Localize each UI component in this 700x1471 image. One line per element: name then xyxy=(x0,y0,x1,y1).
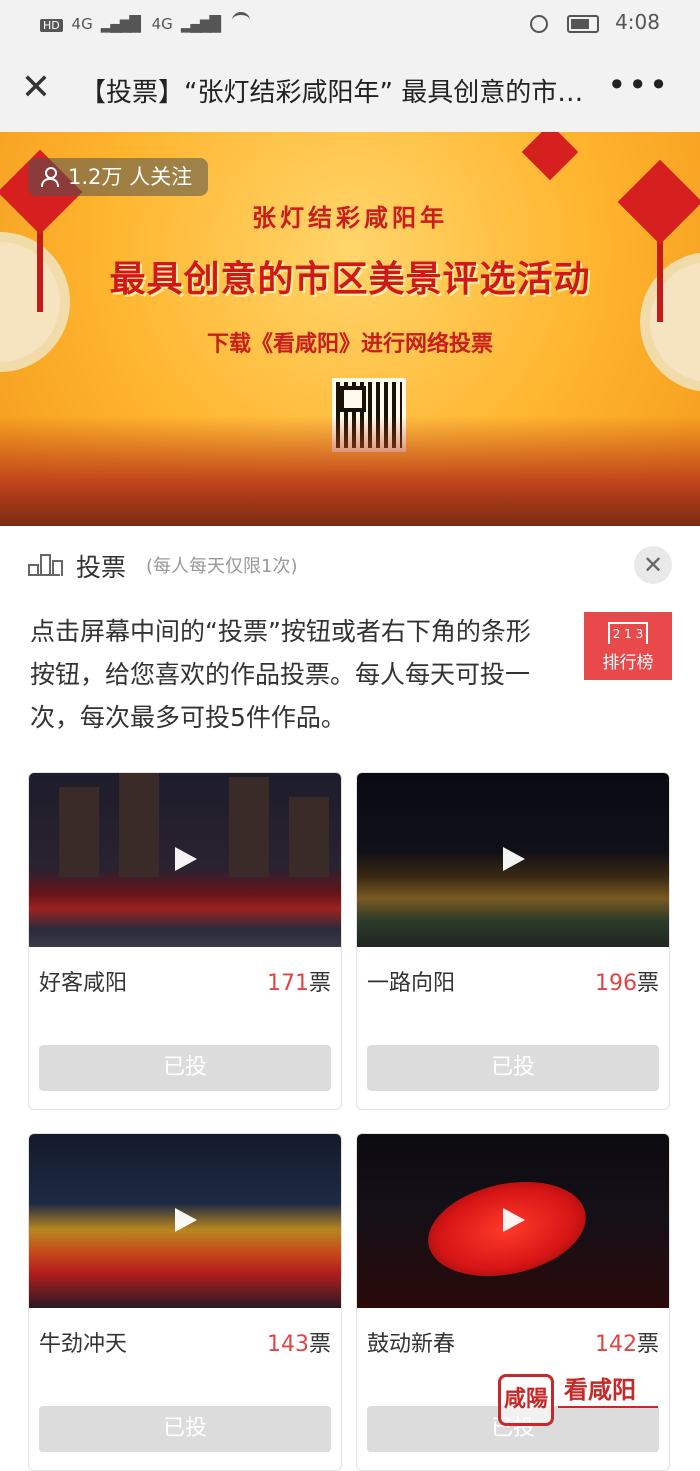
signal-icon: ▂▄▆█ xyxy=(100,15,141,33)
battery-icon xyxy=(566,14,599,33)
status-time: 4:08 xyxy=(615,10,660,34)
vote-unit: 票 xyxy=(636,971,659,996)
network-1: 4G xyxy=(71,15,93,33)
play-icon[interactable] xyxy=(175,1208,197,1232)
entry-video-thumbnail[interactable] xyxy=(357,1134,669,1308)
play-icon[interactable] xyxy=(503,847,525,871)
signal-icon-2: ▂▄▆█ xyxy=(180,15,221,33)
entry-name: 好客咸阳 xyxy=(39,971,128,996)
vote-unit: 票 xyxy=(308,1332,331,1357)
panel-close-icon[interactable]: ✕ xyxy=(634,546,672,584)
entry-votes: 196票 xyxy=(595,965,659,997)
watermark-name: 看咸阳 xyxy=(564,1376,636,1404)
vote-count: 142 xyxy=(594,1332,637,1357)
entry-card[interactable]: 一路向阳 196票 已投 xyxy=(356,772,670,1110)
banner-cityscape xyxy=(0,416,700,526)
vote-panel: 投票 (每人每天仅限1次) ✕ 点击屏幕中间的“投票”按钮或者右下角的条形按钮，… xyxy=(0,526,700,1471)
alarm-icon xyxy=(530,14,549,33)
entry-votes: 143票 xyxy=(267,1326,331,1358)
entry-video-thumbnail[interactable] xyxy=(357,773,669,947)
watermark-logo: 咸陽 xyxy=(498,1374,554,1426)
vote-count: 171 xyxy=(266,971,309,996)
entry-name: 一路向阳 xyxy=(367,971,456,996)
hd-badge: HD xyxy=(40,19,63,32)
entry-video-thumbnail[interactable] xyxy=(29,1134,341,1308)
vote-unit: 票 xyxy=(308,971,331,996)
user-icon xyxy=(40,167,59,187)
app-watermark: 咸陽 看咸阳 xyxy=(498,1370,688,1426)
status-left: HD 4G ▂▄▆█ 4G ▂▄▆█ xyxy=(40,12,250,33)
banner-subtitle: 张灯结彩咸阳年 xyxy=(252,203,448,232)
entry-votes: 142票 xyxy=(595,1326,659,1358)
ranking-button-label: 排行榜 xyxy=(602,653,654,673)
status-bar: HD 4G ▂▄▆█ 4G ▂▄▆█ 4:08 xyxy=(0,0,700,48)
vote-count: 196 xyxy=(594,971,637,996)
ranking-button[interactable]: 2 1 3 排行榜 xyxy=(584,612,672,680)
chinese-knot-center xyxy=(521,132,579,181)
page-title: 【投票】“张灯结彩咸阳年” 最具创意的市… xyxy=(80,78,584,108)
play-icon[interactable] xyxy=(175,847,197,871)
vote-limit-note: (每人每天仅限1次) xyxy=(146,556,298,577)
followers-count: 1.2万 人关注 xyxy=(68,165,193,189)
banner-download-text: 下载《看咸阳》进行网络投票 xyxy=(206,332,493,357)
play-icon[interactable] xyxy=(503,1208,525,1232)
entry-name: 牛劲冲天 xyxy=(39,1332,128,1357)
podium-icon: 2 1 3 xyxy=(608,622,648,644)
status-right: 4:08 xyxy=(530,10,660,34)
voted-button[interactable]: 已投 xyxy=(39,1045,331,1091)
bar-chart-icon xyxy=(28,554,63,576)
entry-votes: 171票 xyxy=(267,965,331,997)
followers-badge: 1.2万 人关注 xyxy=(28,158,209,196)
nav-bar: ✕ 【投票】“张灯结彩咸阳年” 最具创意的市… ••• xyxy=(0,48,700,132)
vote-label: 投票 xyxy=(76,553,127,582)
close-icon[interactable]: ✕ xyxy=(16,68,56,108)
banner-title: 最具创意的市区美景评选活动 xyxy=(109,259,591,300)
network-2: 4G xyxy=(151,15,173,33)
voted-button[interactable]: 已投 xyxy=(39,1406,331,1452)
watermark-underline xyxy=(558,1406,658,1408)
vote-instruction: 点击屏幕中间的“投票”按钮或者右下角的条形按钮，给您喜欢的作品投票。每人每天可投… xyxy=(30,617,531,732)
entry-card[interactable]: 好客咸阳 171票 已投 xyxy=(28,772,342,1110)
vote-count: 143 xyxy=(266,1332,309,1357)
voted-button[interactable]: 已投 xyxy=(367,1045,659,1091)
entry-video-thumbnail[interactable] xyxy=(29,773,341,947)
vote-unit: 票 xyxy=(636,1332,659,1357)
more-icon[interactable]: ••• xyxy=(607,66,670,104)
wifi-icon xyxy=(231,12,250,29)
entry-card[interactable]: 牛劲冲天 143票 已投 xyxy=(28,1133,342,1471)
entry-name: 鼓动新春 xyxy=(367,1332,456,1357)
